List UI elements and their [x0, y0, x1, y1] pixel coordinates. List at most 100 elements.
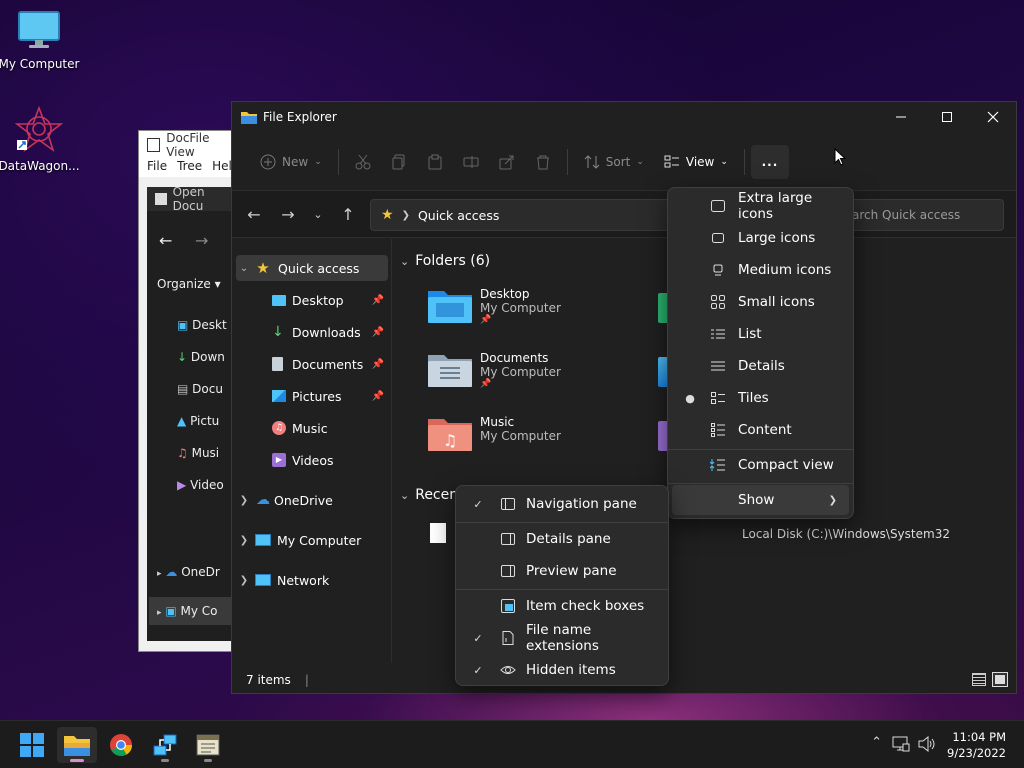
list-item[interactable]: ▤ Docu — [177, 373, 227, 405]
share-button[interactable] — [489, 145, 525, 179]
show-hidden-icons-button[interactable]: ⌃ — [871, 735, 882, 750]
breadcrumb-quick-access[interactable]: Quick access — [418, 208, 499, 223]
chevron-down-icon: ⌄ — [400, 488, 410, 502]
menu-item-navigation-pane[interactable]: ✓ Navigation pane — [460, 489, 664, 519]
sidebar-item-desktop[interactable]: Desktop 📌 — [236, 287, 388, 313]
menu-item-compact-view[interactable]: Compact view — [672, 450, 849, 480]
list-item[interactable]: ↓ Down — [177, 341, 227, 373]
menu-item-hidden-items[interactable]: ✓ Hidden items — [460, 655, 664, 685]
recent-file-icon[interactable] — [430, 523, 446, 543]
folder-tile-desktop[interactable]: Desktop My Computer 📌 — [428, 287, 561, 325]
close-button[interactable] — [970, 102, 1016, 132]
up-button[interactable]: ↑ — [338, 205, 358, 225]
recent-section-header[interactable]: ⌄ Recen — [400, 487, 458, 503]
menu-item-item-check-boxes[interactable]: Item check boxes — [460, 591, 664, 621]
chevron-right-icon[interactable]: ❯ — [236, 495, 252, 506]
menu-item-extra-large-icons[interactable]: Extra large icons — [672, 190, 849, 222]
list-item[interactable]: ▸ ▣ My Co — [149, 597, 237, 625]
menu-item-preview-pane[interactable]: Preview pane — [460, 556, 664, 586]
sort-button[interactable]: Sort ⌄ — [574, 145, 654, 179]
menu-item-large-icons[interactable]: Large icons — [672, 223, 849, 253]
datawagon-logo-icon — [14, 105, 64, 153]
docfile-title-bar[interactable]: DocFile View — [139, 131, 237, 159]
docfile-menubar: File Tree Hel — [139, 159, 237, 177]
forward-button[interactable]: → — [278, 205, 298, 225]
menu-item-list[interactable]: List — [672, 319, 849, 349]
sidebar-item-label: Downloads — [292, 324, 361, 340]
recent-locations-button[interactable]: ⌄ — [308, 205, 328, 225]
rename-button[interactable] — [453, 145, 489, 179]
menu-item-content[interactable]: Content — [672, 415, 849, 445]
pin-icon: 📌 — [371, 326, 384, 338]
sidebar-item-my-computer[interactable]: ❯ My Computer — [236, 527, 388, 553]
menu-item-details[interactable]: Details — [672, 351, 849, 381]
taskbar-file-explorer[interactable] — [57, 727, 97, 763]
details-view-toggle[interactable] — [972, 673, 986, 686]
chevron-right-icon[interactable]: ❯ — [236, 575, 252, 586]
tiles-view-icon — [711, 392, 725, 404]
copy-button[interactable] — [381, 145, 417, 179]
tiles-view-toggle[interactable] — [992, 672, 1008, 687]
forward-arrow-icon[interactable]: → — [195, 231, 208, 250]
list-item[interactable]: ▸ ☁ OneDr — [157, 565, 220, 579]
list-item[interactable]: ▶ Video — [177, 469, 227, 501]
network-status-icon[interactable] — [892, 736, 910, 752]
menu-item-small-icons[interactable]: Small icons — [672, 287, 849, 317]
menu-divider — [456, 589, 668, 590]
docfile-menu-tree[interactable]: Tree — [177, 159, 202, 177]
toolbar-divider — [337, 149, 339, 175]
menu-item-medium-icons[interactable]: Medium icons — [672, 255, 849, 285]
list-item[interactable]: ♫ Musi — [177, 437, 227, 469]
list-item[interactable]: ▣ Deskt — [177, 309, 227, 341]
desktop-icon-datawagon[interactable]: DataWagon... — [0, 105, 81, 173]
pin-icon: 📌 — [480, 379, 492, 389]
menu-item-file-name-extensions[interactable]: ✓ File name extensions — [460, 622, 664, 654]
desktop-icon-my-computer[interactable]: My Computer — [0, 10, 81, 71]
menu-item-details-pane[interactable]: Details pane — [460, 524, 664, 554]
new-label: New — [282, 155, 309, 169]
view-button[interactable]: View ⌄ — [654, 145, 738, 179]
organize-button[interactable]: Organize ▾ — [157, 277, 221, 291]
delete-button[interactable] — [525, 145, 561, 179]
back-button[interactable]: ← — [244, 205, 264, 225]
maximize-button[interactable] — [924, 102, 970, 132]
folder-tile-music[interactable]: ♫ Music My Computer — [428, 415, 561, 451]
new-button[interactable]: New ⌄ — [250, 145, 332, 179]
file-extension-icon — [502, 631, 514, 645]
taskbar-chrome[interactable] — [101, 727, 141, 763]
cloud-icon: ☁ — [256, 492, 270, 508]
address-bar[interactable]: ★ ❯ Quick access — [370, 199, 670, 231]
sidebar-item-downloads[interactable]: ↓ Downloads 📌 — [236, 319, 388, 345]
cut-button[interactable] — [345, 145, 381, 179]
chevron-down-icon[interactable]: ⌄ — [236, 263, 252, 274]
chevron-right-icon[interactable]: ❯ — [236, 535, 252, 546]
back-arrow-icon[interactable]: ← — [159, 231, 172, 250]
sidebar-item-music[interactable]: ♫ Music — [236, 415, 388, 441]
paste-button[interactable] — [417, 145, 453, 179]
scissors-icon — [355, 154, 371, 170]
sidebar-item-quick-access[interactable]: ⌄ ★ Quick access — [236, 255, 388, 281]
open-dialog-title-bar[interactable]: Open Docu — [147, 185, 237, 213]
sidebar-item-network[interactable]: ❯ Network — [236, 567, 388, 593]
start-button[interactable] — [12, 727, 52, 763]
sidebar-item-pictures[interactable]: Pictures 📌 — [236, 383, 388, 409]
content-view-icon — [711, 423, 725, 437]
taskbar-docfile-viewer[interactable] — [188, 727, 228, 763]
see-more-button[interactable]: ... — [750, 145, 789, 179]
menu-item-tiles[interactable]: ● Tiles — [672, 383, 849, 413]
sidebar-item-onedrive[interactable]: ❯ ☁ OneDrive — [236, 487, 388, 513]
taskbar-network-tool[interactable] — [145, 727, 185, 763]
menu-item-show[interactable]: Show ❯ — [672, 485, 849, 515]
volume-icon[interactable] — [918, 736, 936, 752]
close-icon — [987, 111, 999, 123]
minimize-button[interactable] — [878, 102, 924, 132]
list-item[interactable]: ▲ Pictu — [177, 405, 227, 437]
sidebar-item-documents[interactable]: Documents 📌 — [236, 351, 388, 377]
docfile-menu-help[interactable]: Hel — [212, 159, 232, 177]
folder-tile-documents[interactable]: Documents My Computer 📌 — [428, 351, 561, 389]
folders-section-header[interactable]: ⌄ Folders (6) — [400, 253, 490, 269]
sidebar-item-videos[interactable]: ▶ Videos — [236, 447, 388, 473]
system-clock[interactable]: 11:04 PM 9/23/2022 — [947, 729, 1006, 761]
docfile-viewer-window[interactable]: DocFile View File Tree Hel Open Docu ← →… — [138, 130, 238, 652]
docfile-menu-file[interactable]: File — [147, 159, 167, 177]
